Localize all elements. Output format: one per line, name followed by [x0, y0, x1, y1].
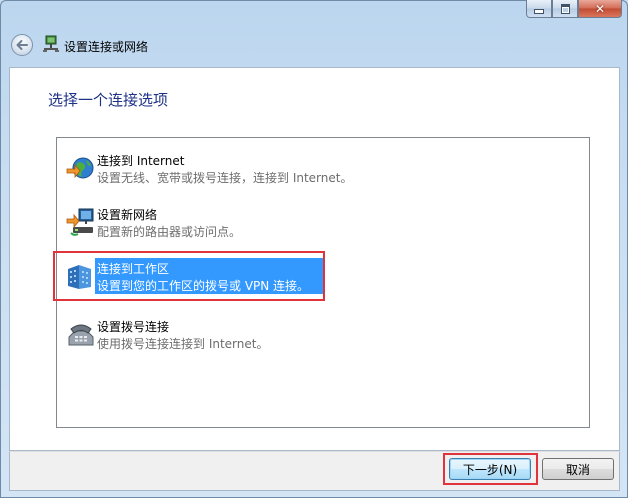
option-title: 连接到 Internet — [97, 154, 185, 168]
back-button[interactable] — [11, 34, 33, 56]
caption-buttons: ✕ — [526, 0, 622, 20]
option-connect-workplace[interactable]: 连接到工作区 设置到您的工作区的拨号或 VPN 连接。 — [61, 258, 581, 298]
workplace-icon — [68, 265, 91, 289]
close-icon: ✕ — [594, 1, 606, 16]
connection-options-list: 连接到 Internet 设置无线、宽带或拨号连接，连接到 Internet。 … — [56, 137, 590, 428]
globe-icon — [66, 157, 94, 179]
close-button[interactable]: ✕ — [578, 0, 622, 18]
option-description: 设置无线、宽带或拨号连接，连接到 Internet。 — [97, 171, 353, 185]
maximize-button[interactable] — [552, 0, 578, 18]
network-icon — [43, 35, 59, 52]
network-setup-icon — [66, 208, 94, 236]
next-button[interactable]: 下一步(N) — [449, 458, 531, 480]
option-setup-dialup[interactable]: 设置拨号连接 使用拨号连接连接到 Internet。 — [61, 316, 581, 356]
option-title: 设置拨号连接 — [97, 320, 170, 334]
back-arrow-icon — [16, 40, 28, 50]
option-title: 连接到工作区 — [97, 262, 170, 276]
minimize-button[interactable] — [526, 0, 552, 18]
option-description: 配置新的路由器或访问点。 — [97, 225, 242, 239]
content-panel: 选择一个连接选项 连接到 Internet 设置无线、宽带或拨号连接，连接到 I… — [9, 67, 620, 451]
page-heading: 选择一个连接选项 — [48, 91, 169, 109]
minimize-icon — [534, 9, 544, 14]
option-connect-internet[interactable]: 连接到 Internet 设置无线、宽带或拨号连接，连接到 Internet。 — [61, 150, 581, 190]
maximize-icon — [560, 3, 570, 14]
option-description: 设置到您的工作区的拨号或 VPN 连接。 — [97, 279, 310, 293]
window-title: 设置连接或网络 — [64, 40, 149, 54]
option-setup-network[interactable]: 设置新网络 配置新的路由器或访问点。 — [61, 204, 581, 244]
option-description: 使用拨号连接连接到 Internet。 — [97, 337, 269, 351]
option-title: 设置新网络 — [97, 208, 158, 222]
telephone-icon — [68, 324, 94, 346]
cancel-button[interactable]: 取消 — [542, 458, 614, 480]
